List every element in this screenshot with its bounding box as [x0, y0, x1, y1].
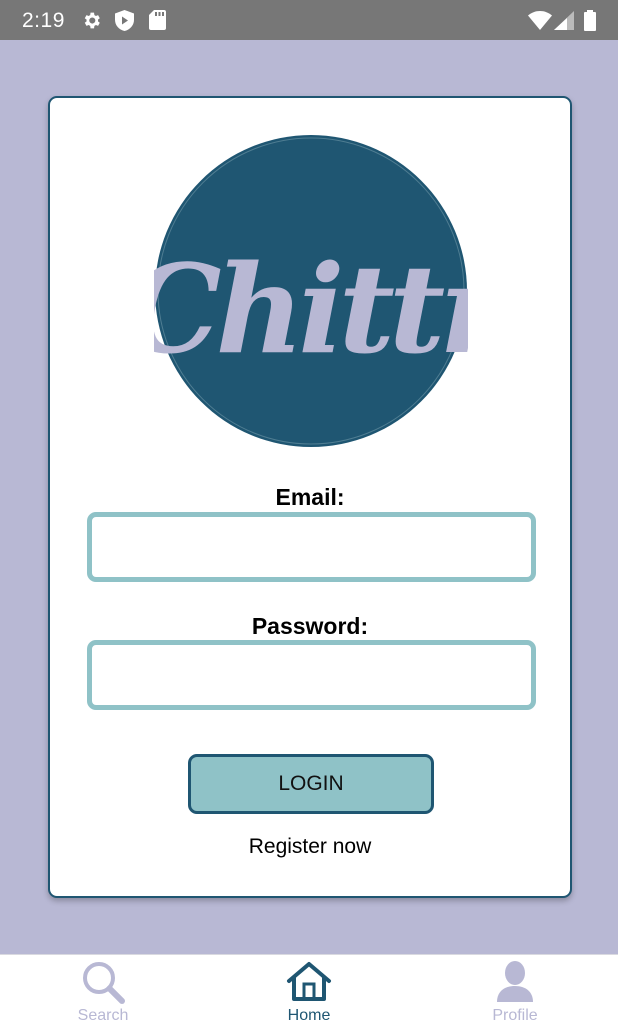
status-bar: 2:19: [0, 0, 618, 40]
person-icon: [412, 959, 618, 1005]
email-label: Email:: [275, 484, 345, 510]
register-link[interactable]: Register now: [50, 835, 570, 859]
tab-home[interactable]: Home: [206, 955, 412, 1028]
battery-icon: [584, 10, 596, 31]
signal-icon: [554, 11, 574, 30]
password-input[interactable]: [87, 640, 536, 710]
tab-profile[interactable]: Profile: [412, 955, 618, 1028]
search-icon: [0, 959, 206, 1005]
wifi-icon: [528, 11, 552, 30]
sd-card-icon: [149, 10, 166, 30]
password-label: Password:: [251, 613, 369, 639]
login-card: Chittr Email: Password: LOGIN Register n…: [48, 96, 572, 898]
tab-profile-label: Profile: [492, 1007, 538, 1024]
tab-search-label: Search: [77, 1007, 129, 1024]
login-button[interactable]: LOGIN: [188, 754, 434, 814]
home-icon: [206, 959, 412, 1005]
tab-home-label: Home: [287, 1007, 331, 1024]
logo-text: Chittr: [154, 237, 468, 381]
gear-icon: [81, 10, 102, 31]
tab-search[interactable]: Search: [0, 955, 206, 1028]
chittr-logo: Chittr: [154, 134, 468, 448]
login-button-label: LOGIN: [278, 772, 344, 795]
bottom-tab-bar: Search Home Profile: [0, 954, 618, 1028]
shield-icon: [115, 10, 134, 31]
email-input[interactable]: [87, 512, 536, 582]
status-time: 2:19: [22, 9, 65, 32]
